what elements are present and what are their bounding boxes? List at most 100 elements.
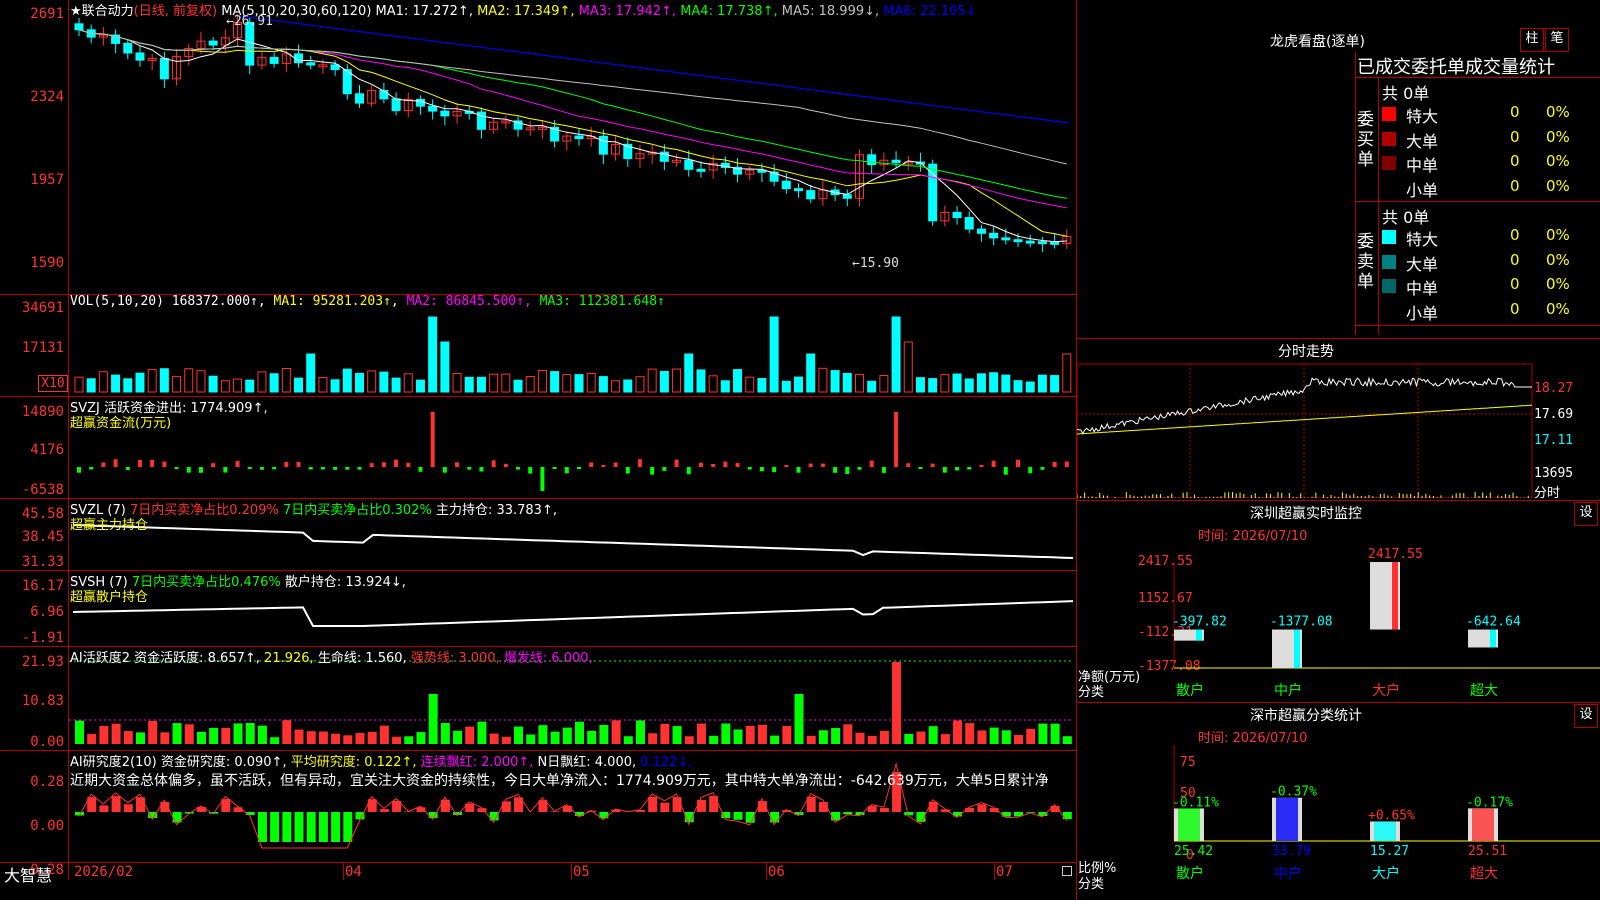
- candle-body: [74, 23, 84, 31]
- flow-bar: [467, 467, 472, 470]
- research-bar: [135, 797, 145, 812]
- volume-bar: [647, 368, 657, 393]
- volume-bar: [98, 371, 108, 393]
- research-bar: [648, 796, 658, 812]
- buy-row-value: 0: [1510, 176, 1520, 195]
- volume-bar: [733, 369, 743, 393]
- research-bar: [660, 802, 670, 812]
- volume-bar: [781, 380, 791, 393]
- candle-body: [1013, 239, 1023, 243]
- flow-bar: [1016, 459, 1021, 467]
- candle-body: [208, 40, 218, 46]
- class-category: 散户: [1176, 865, 1204, 882]
- volume-bar: [318, 377, 328, 393]
- lock-icon[interactable]: [1062, 866, 1072, 876]
- buy-color-swatch: [1382, 131, 1396, 146]
- volume-bar: [708, 375, 718, 393]
- sell-row-percent: 0%: [1546, 250, 1570, 269]
- flow-bar: [625, 467, 630, 474]
- tab-stats[interactable]: 已成交委托单成交量统计: [1357, 53, 1600, 79]
- ai1-e: 爆发线: 6.000,: [503, 651, 593, 666]
- research-bar: [270, 812, 280, 842]
- flow-bar: [247, 467, 252, 470]
- activity-bar: [794, 694, 804, 744]
- vol-ma2: MA2: 86845.500↑,: [406, 294, 532, 309]
- volume-bar: [489, 373, 499, 393]
- kline-chart[interactable]: [69, 0, 1076, 862]
- intraday-chart[interactable]: [1077, 362, 1600, 498]
- activity-bar: [343, 735, 353, 744]
- flow-bar: [198, 467, 203, 473]
- volume-bar: [952, 373, 962, 393]
- flow-bar: [211, 463, 216, 467]
- volume-bar: [1037, 374, 1047, 393]
- volume-bar: [135, 372, 145, 393]
- intraday-title: 分时走势: [1278, 344, 1334, 360]
- activity-bar: [977, 730, 987, 744]
- flow-bar: [430, 412, 435, 467]
- volume-bar: [1001, 374, 1011, 393]
- candle-body: [428, 105, 438, 112]
- volume-bar: [172, 376, 182, 393]
- flow-bar: [357, 467, 362, 470]
- volume-bar: [659, 370, 669, 393]
- volume-bar: [452, 372, 462, 393]
- volume-bar: [123, 378, 133, 393]
- class-bar-fill: [1178, 808, 1200, 841]
- svzl-c: 主力持仓: 33.783↑,: [435, 503, 557, 518]
- date-axis-label: 05: [573, 864, 590, 880]
- monitor-bar-value: 2417.55: [1368, 547, 1423, 562]
- volume-bar: [586, 372, 596, 393]
- bar-mode-button[interactable]: 柱: [1520, 28, 1544, 52]
- activity-bar: [953, 720, 963, 744]
- monitor-category: 大户: [1372, 682, 1400, 699]
- volume-bar: [854, 373, 864, 393]
- volume-bar: [757, 378, 767, 393]
- volume-bar: [525, 376, 535, 393]
- activity-bar: [806, 735, 816, 744]
- research-bar: [709, 795, 719, 812]
- candle-body: [159, 57, 169, 80]
- research-bar: [123, 804, 133, 812]
- flow-bar: [759, 467, 764, 472]
- class-bar-percent: 15.27: [1370, 844, 1409, 859]
- volume-bar: [830, 370, 840, 393]
- volume-bar: [294, 377, 304, 393]
- activity-bar: [538, 725, 548, 744]
- activity-bar: [757, 724, 767, 744]
- lhb-title: 龙虎看盘(逐单): [1270, 34, 1365, 50]
- volume-bar: [464, 376, 474, 393]
- class-bar-percent: 25.42: [1174, 844, 1213, 859]
- ma-line: [78, 29, 1067, 243]
- monitor-category: 散户: [1176, 682, 1204, 699]
- activity-bar: [635, 720, 645, 744]
- class-settings-button[interactable]: 设: [1574, 704, 1598, 728]
- flow-bar: [528, 467, 533, 474]
- activity-bar: [916, 731, 926, 744]
- flow-bar: [918, 467, 923, 470]
- flow-bar: [394, 459, 399, 467]
- flow-bar: [674, 459, 679, 467]
- volume-bar: [403, 373, 413, 393]
- activity-bar: [294, 729, 304, 744]
- buy-row-label: 大单: [1406, 131, 1439, 151]
- activity-bar: [550, 731, 560, 744]
- monitor-bar-value: -642.64: [1466, 615, 1521, 630]
- svsh-axis-label: 6.96: [30, 604, 64, 620]
- vol-axis-label: 34691: [21, 300, 64, 316]
- activity-bar: [928, 726, 938, 744]
- activity-bar: [562, 727, 572, 744]
- candle-body: [684, 159, 694, 170]
- monitor-settings-button[interactable]: 设: [1574, 502, 1598, 526]
- period-label[interactable]: (日线, 前复权): [134, 4, 217, 19]
- pen-mode-button[interactable]: 笔: [1545, 28, 1569, 52]
- volume-bar: [684, 353, 694, 393]
- volume-bar: [842, 372, 852, 393]
- flow-bar: [930, 463, 935, 467]
- volume-bar: [562, 374, 572, 393]
- flow-bar: [942, 467, 947, 473]
- flow-bar: [735, 462, 740, 467]
- buy-total: 共 0单: [1382, 84, 1430, 103]
- volume-bar: [233, 378, 243, 393]
- ma6-value: MA6: 22.105↓: [883, 4, 977, 19]
